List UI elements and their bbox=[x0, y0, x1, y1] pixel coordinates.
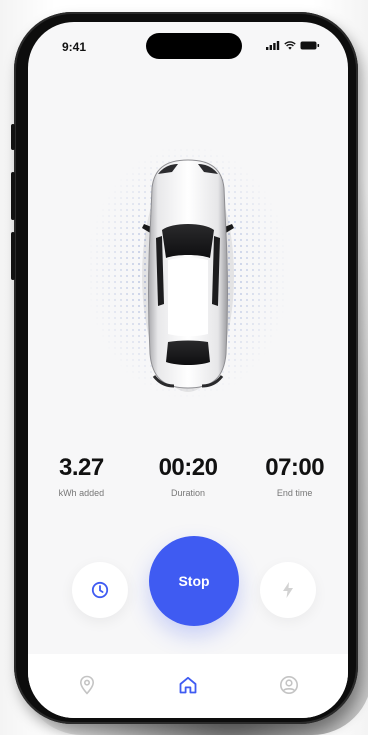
tab-home[interactable] bbox=[175, 672, 201, 698]
duration-label: Duration bbox=[170, 488, 206, 498]
status-icons bbox=[266, 41, 320, 50]
kwh-added-value: 3.27 bbox=[58, 454, 104, 481]
lightning-icon bbox=[283, 582, 293, 598]
signal-icon bbox=[266, 41, 280, 50]
tab-profile[interactable] bbox=[276, 672, 302, 698]
schedule-button[interactable] bbox=[72, 562, 128, 618]
stat-duration: 00:20 Duration bbox=[135, 454, 242, 498]
stat-kwh-added: 3.27 kWh added bbox=[28, 454, 135, 498]
status-time: 9:41 bbox=[62, 40, 87, 54]
app-screen: 9:41 3.27 kWh added 00:20 Duration 07:00… bbox=[28, 22, 348, 718]
duration-value: 00:20 bbox=[158, 454, 218, 481]
volume-down-button bbox=[11, 232, 15, 280]
dynamic-island bbox=[146, 33, 242, 59]
clock-icon bbox=[91, 581, 109, 599]
kwh-added-label: kWh added bbox=[58, 488, 105, 498]
stop-button[interactable]: Stop bbox=[149, 536, 239, 626]
mute-switch bbox=[11, 124, 15, 150]
bottom-tab-bar bbox=[28, 654, 348, 718]
wifi-icon bbox=[284, 41, 296, 50]
battery-icon bbox=[300, 41, 320, 50]
profile-icon bbox=[280, 676, 298, 694]
end-time-value: 07:00 bbox=[265, 454, 325, 481]
charging-stats: 3.27 kWh added 00:20 Duration 07:00 End … bbox=[28, 454, 348, 498]
stat-end-time: 07:00 End time bbox=[241, 454, 348, 498]
car-top-view bbox=[142, 159, 234, 392]
boost-charge-button[interactable] bbox=[260, 562, 316, 618]
location-pin-icon bbox=[79, 675, 95, 695]
home-icon bbox=[179, 676, 197, 694]
volume-up-button bbox=[11, 172, 15, 220]
tab-location[interactable] bbox=[74, 672, 100, 698]
end-time-label: End time bbox=[276, 488, 313, 498]
